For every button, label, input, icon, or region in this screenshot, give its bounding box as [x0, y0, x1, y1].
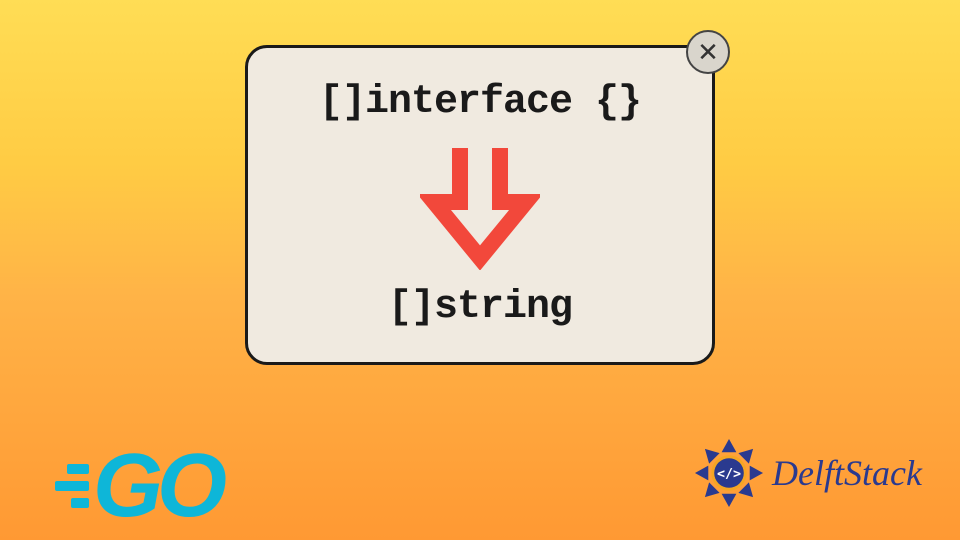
- conversion-card: ✕ []interface {} []string: [245, 45, 715, 365]
- target-type-label: []string: [388, 285, 572, 330]
- delftstack-logo-text: DelftStack: [772, 452, 922, 494]
- svg-text:</>: </>: [717, 467, 741, 482]
- delftstack-emblem-icon: </>: [692, 436, 766, 510]
- go-speed-lines-icon: [55, 464, 89, 508]
- source-type-label: []interface {}: [319, 80, 641, 125]
- delftstack-logo: </> DelftStack: [692, 436, 922, 510]
- close-button[interactable]: ✕: [686, 30, 730, 74]
- down-arrow-icon: [420, 140, 540, 270]
- go-logo-text: GO: [93, 450, 221, 522]
- go-logo: GO: [55, 450, 221, 522]
- close-icon: ✕: [697, 39, 719, 65]
